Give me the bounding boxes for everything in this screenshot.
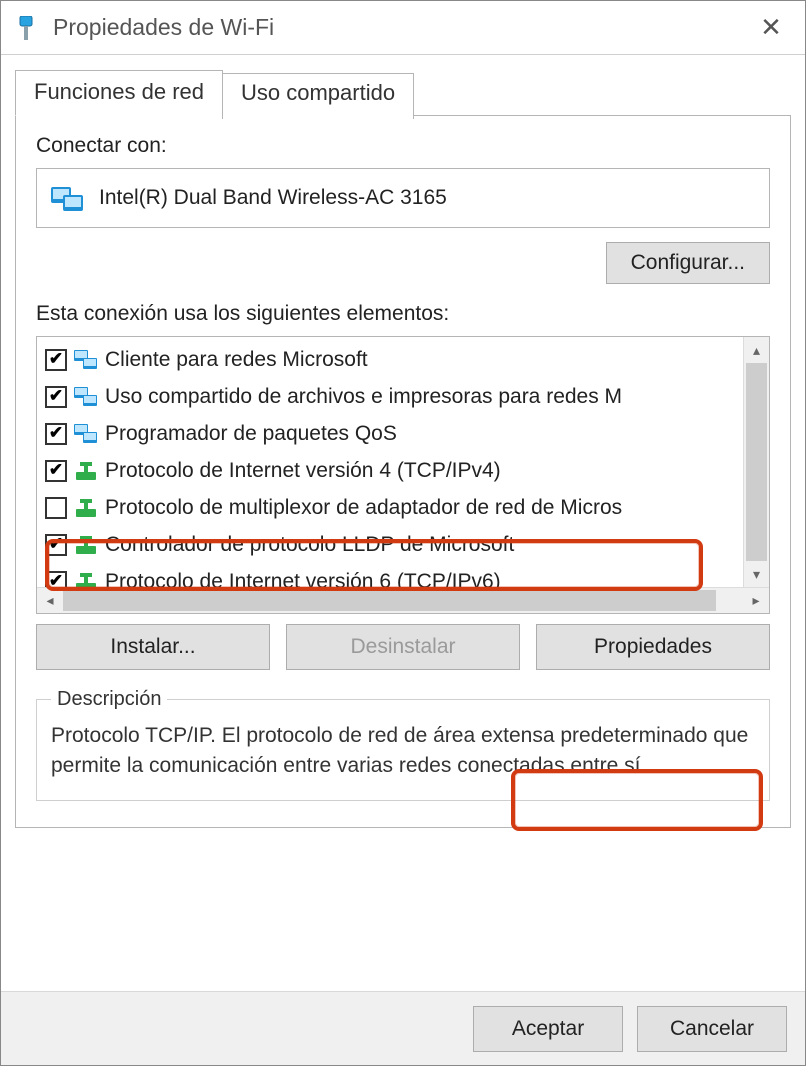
- uninstall-button: Desinstalar: [286, 624, 520, 670]
- hscroll-thumb[interactable]: [63, 590, 716, 611]
- share-icon: [73, 384, 99, 410]
- item-label: Uso compartido de archivos e impresoras …: [105, 385, 622, 409]
- cancel-button[interactable]: Cancelar: [637, 1006, 787, 1052]
- vertical-scrollbar[interactable]: ▴ ▾: [743, 337, 769, 587]
- tab-strip: Funciones de red Uso compartido: [15, 70, 791, 116]
- network-adapter-icon: [51, 183, 85, 213]
- list-item[interactable]: Uso compartido de archivos e impresoras …: [41, 378, 769, 415]
- qos-icon: [73, 421, 99, 447]
- tab-networking[interactable]: Funciones de red: [15, 70, 223, 116]
- item-checkbox[interactable]: [45, 534, 67, 556]
- proto-icon: [73, 569, 99, 588]
- proto-icon: [73, 495, 99, 521]
- item-checkbox[interactable]: [45, 349, 67, 371]
- description-group: Descripción Protocolo TCP/IP. El protoco…: [36, 688, 770, 801]
- networking-panel: Conectar con: Intel(R) Dual Band Wireles…: [15, 115, 791, 828]
- description-legend: Descripción: [51, 688, 167, 711]
- scroll-down-icon[interactable]: ▾: [744, 561, 769, 587]
- scroll-right-icon[interactable]: ▸: [743, 588, 769, 613]
- list-item[interactable]: Cliente para redes Microsoft: [41, 341, 769, 378]
- list-item[interactable]: Programador de paquetes QoS: [41, 415, 769, 452]
- dialog-footer: Aceptar Cancelar: [1, 991, 805, 1065]
- configure-button[interactable]: Configurar...: [606, 242, 770, 284]
- close-button[interactable]: ✕: [751, 8, 791, 48]
- wifi-properties-dialog: Propiedades de Wi-Fi ✕ Funciones de red …: [0, 0, 806, 1066]
- ok-button[interactable]: Aceptar: [473, 1006, 623, 1052]
- install-button[interactable]: Instalar...: [36, 624, 270, 670]
- list-item[interactable]: Controlador de protocolo LLDP de Microso…: [41, 526, 769, 563]
- item-label: Cliente para redes Microsoft: [105, 348, 368, 372]
- item-checkbox[interactable]: [45, 386, 67, 408]
- item-label: Controlador de protocolo LLDP de Microso…: [105, 533, 514, 557]
- scroll-thumb[interactable]: [746, 363, 767, 561]
- description-text: Protocolo TCP/IP. El protocolo de red de…: [51, 721, 755, 782]
- scroll-up-icon[interactable]: ▴: [744, 337, 769, 363]
- item-label: Programador de paquetes QoS: [105, 422, 397, 446]
- item-label: Protocolo de Internet versión 6 (TCP/IPv…: [105, 570, 501, 588]
- elements-label: Esta conexión usa los siguientes element…: [36, 302, 770, 326]
- item-checkbox[interactable]: [45, 423, 67, 445]
- adapter-box[interactable]: Intel(R) Dual Band Wireless-AC 3165: [36, 168, 770, 228]
- client-icon: [73, 347, 99, 373]
- list-item[interactable]: Protocolo de Internet versión 4 (TCP/IPv…: [41, 452, 769, 489]
- proto-icon: [73, 532, 99, 558]
- adapter-name: Intel(R) Dual Band Wireless-AC 3165: [99, 186, 447, 210]
- scroll-left-icon[interactable]: ◂: [37, 588, 63, 613]
- list-item[interactable]: Protocolo de Internet versión 6 (TCP/IPv…: [41, 563, 769, 587]
- tab-sharing[interactable]: Uso compartido: [222, 73, 414, 119]
- item-checkbox[interactable]: [45, 497, 67, 519]
- proto-icon: [73, 458, 99, 484]
- titlebar: Propiedades de Wi-Fi ✕: [1, 1, 805, 55]
- list-item[interactable]: Protocolo de multiplexor de adaptador de…: [41, 489, 769, 526]
- properties-button[interactable]: Propiedades: [536, 624, 770, 670]
- elements-listbox[interactable]: Cliente para redes Microsoft Uso comparti…: [36, 336, 770, 614]
- dialog-body: Funciones de red Uso compartido Conectar…: [1, 55, 805, 991]
- connect-using-label: Conectar con:: [36, 134, 770, 158]
- item-label: Protocolo de multiplexor de adaptador de…: [105, 496, 622, 520]
- window-title: Propiedades de Wi-Fi: [53, 14, 751, 41]
- item-label: Protocolo de Internet versión 4 (TCP/IPv…: [105, 459, 501, 483]
- horizontal-scrollbar[interactable]: ◂ ▸: [37, 587, 769, 613]
- item-checkbox[interactable]: [45, 571, 67, 588]
- item-checkbox[interactable]: [45, 460, 67, 482]
- app-icon: [15, 11, 37, 45]
